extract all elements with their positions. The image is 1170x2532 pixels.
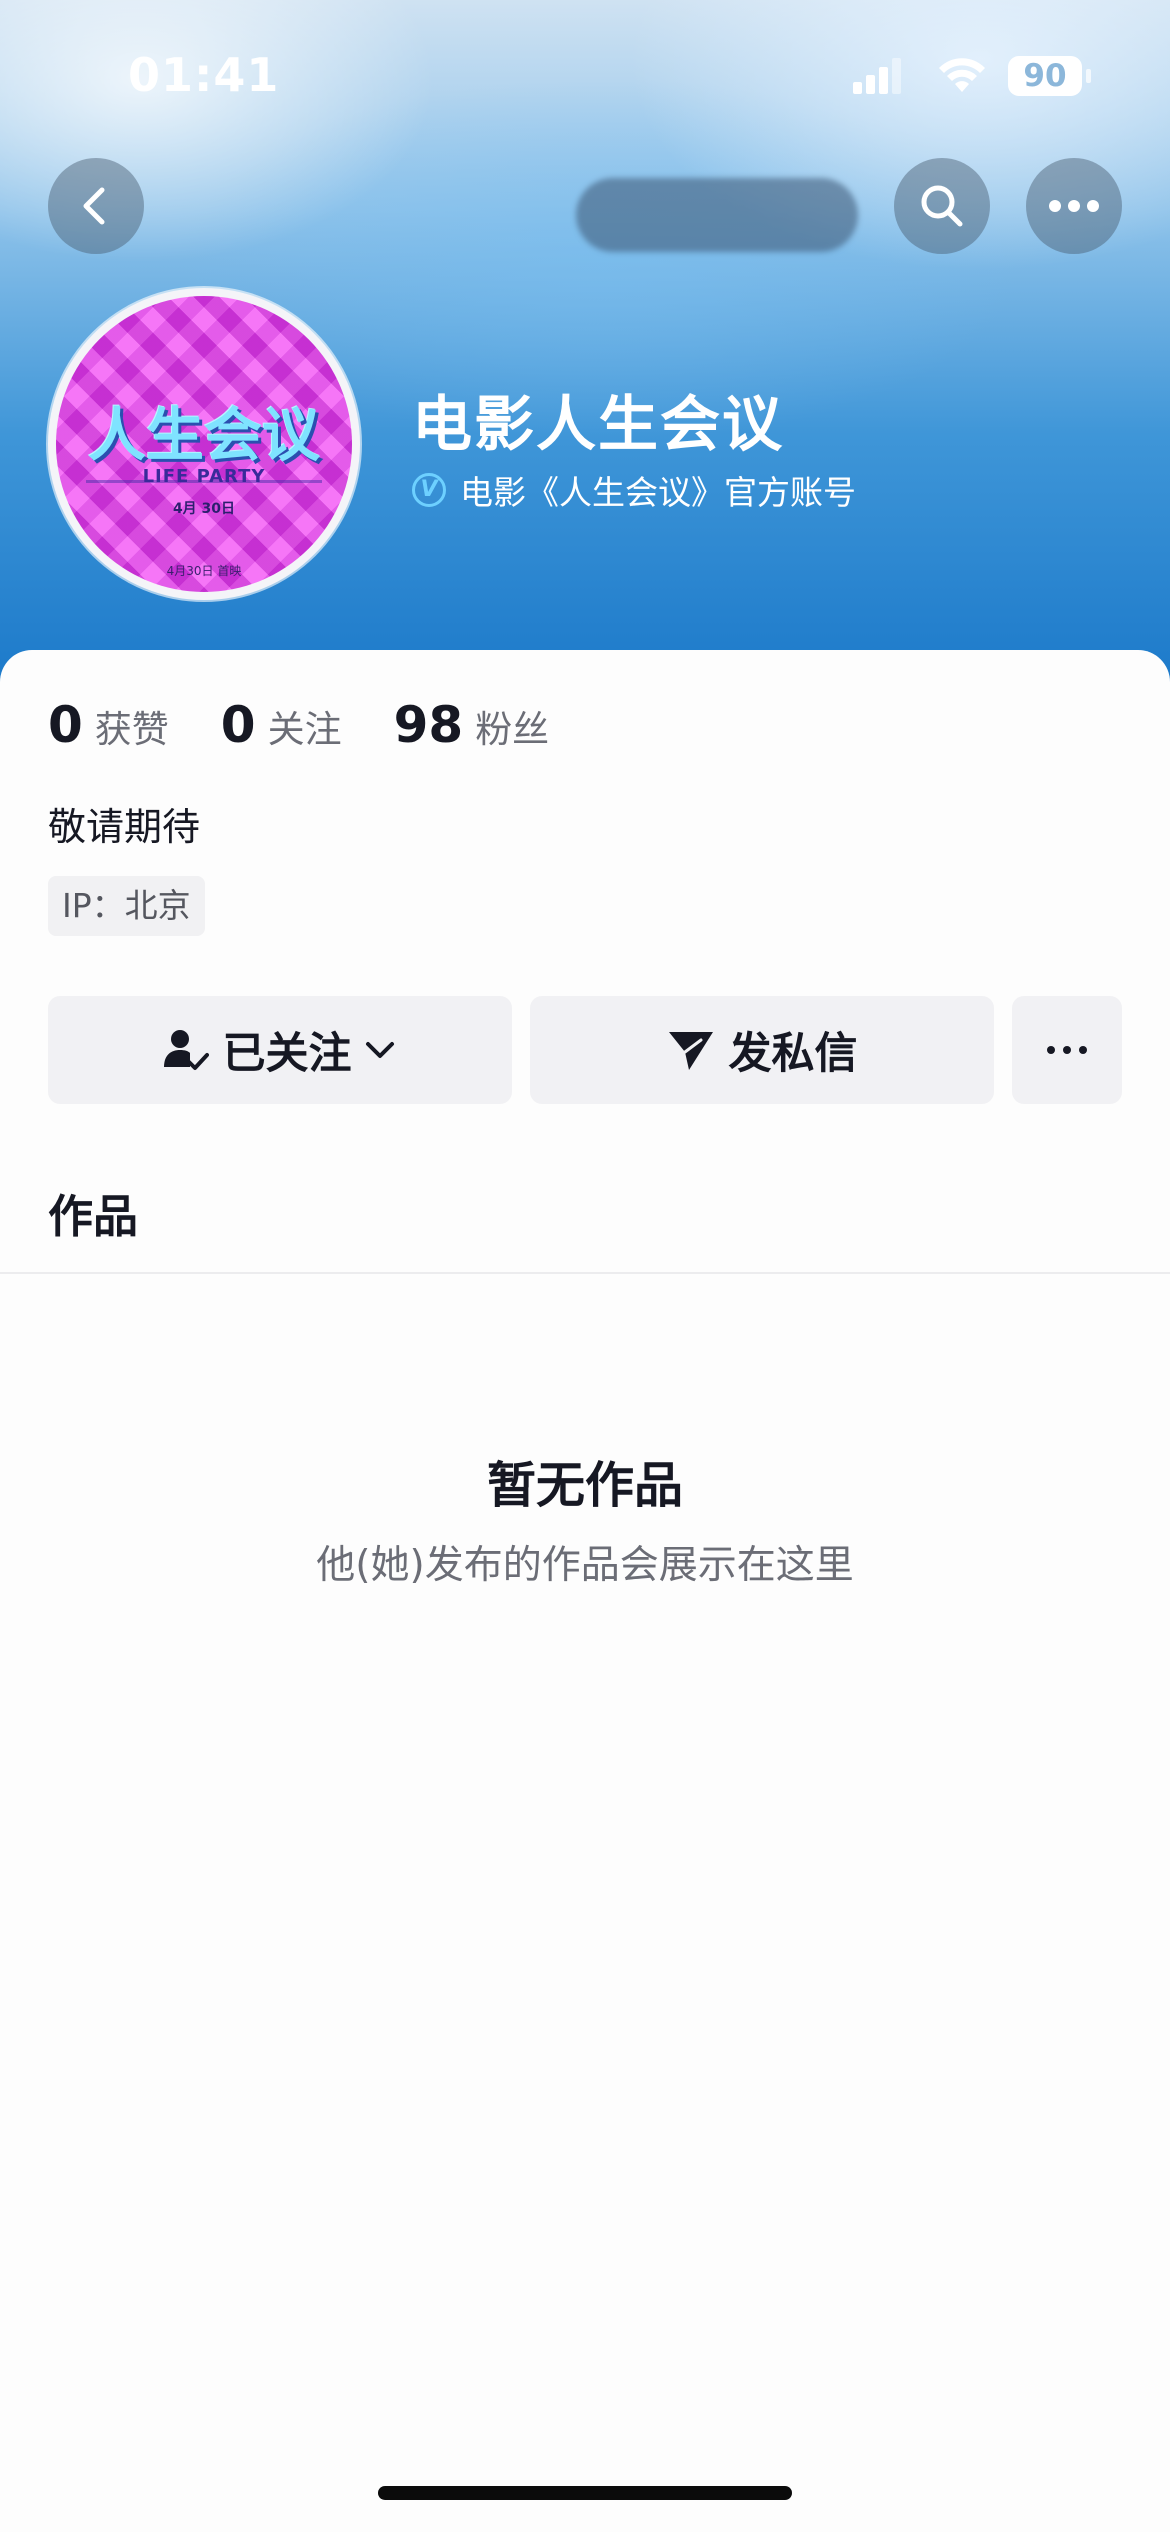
search-icon — [921, 185, 963, 227]
profile-name: 电影人生会议 — [412, 390, 784, 460]
user-check-icon — [163, 1030, 209, 1070]
stat-followers-label: 粉丝 — [475, 708, 550, 751]
wifi-icon — [939, 58, 985, 92]
empty-state-title: 暂无作品 — [486, 1457, 683, 1514]
avatar-poster-image: 人生会议 LIFE PARTY 4月 30日 4月30日 首映 — [56, 296, 352, 592]
verified-icon: V — [412, 473, 446, 507]
tab-divider — [0, 1272, 1170, 1274]
battery-level: 90 — [1023, 58, 1067, 94]
paper-plane-icon — [668, 1032, 713, 1070]
send-message-button[interactable]: 发私信 — [530, 996, 994, 1104]
stat-following-label: 关注 — [267, 708, 342, 751]
profile-bio: 敬请期待 — [48, 805, 201, 849]
profile-screen: 01:41 90 人生会议 LIFE PARTY 4月 30日 4月30日 首映… — [0, 0, 1170, 2532]
more-options-button[interactable] — [1026, 158, 1122, 254]
chevron-left-icon — [83, 187, 105, 225]
poster-subtitle: LIFE PARTY — [142, 466, 266, 487]
followed-button[interactable]: 已关注 — [48, 996, 512, 1104]
chevron-down-icon — [365, 1042, 394, 1058]
stat-likes-label: 获赞 — [94, 708, 169, 751]
verified-badge[interactable]: V 电影《人生会议》官方账号 — [412, 466, 856, 514]
poster-footer: 4月30日 首映 — [166, 564, 242, 578]
stat-followers-value: 98 — [393, 696, 464, 754]
send-message-label: 发私信 — [728, 1029, 858, 1079]
stat-following-value: 0 — [220, 696, 256, 754]
status-time: 01:41 — [128, 48, 280, 102]
battery-icon: 90 — [1008, 56, 1092, 96]
more-actions-button[interactable] — [1012, 996, 1122, 1104]
stat-following[interactable]: 0 关注 — [221, 696, 342, 754]
back-button[interactable] — [48, 158, 144, 254]
stat-followers[interactable]: 98 粉丝 — [394, 696, 550, 754]
profile-content-card: 0 获赞 0 关注 98 粉丝 敬请期待 IP：北京 已关注 发私信 作品 暂无… — [0, 650, 1170, 2532]
verified-text: 电影《人生会议》官方账号 — [460, 473, 856, 512]
stat-likes[interactable]: 0 获赞 — [48, 696, 169, 754]
poster-date: 4月 30日 — [172, 501, 236, 517]
poster-title: 人生会议 — [87, 401, 320, 469]
followed-button-label: 已关注 — [222, 1029, 352, 1079]
stats-row: 0 获赞 0 关注 98 粉丝 — [48, 696, 601, 754]
stat-likes-value: 0 — [48, 696, 83, 754]
ip-location-tag: IP：北京 — [48, 876, 205, 936]
empty-state-subtitle: 他(她)发布的作品会展示在这里 — [316, 1543, 854, 1588]
more-horizontal-icon — [1047, 1046, 1087, 1054]
tab-works[interactable]: 作品 — [48, 1180, 138, 1245]
more-horizontal-icon — [1049, 200, 1099, 212]
blurred-header-pill — [576, 178, 858, 252]
home-indicator[interactable] — [378, 2486, 792, 2500]
search-button[interactable] — [894, 158, 990, 254]
cellular-signal-icon — [853, 58, 901, 94]
avatar[interactable]: 人生会议 LIFE PARTY 4月 30日 4月30日 首映 — [48, 288, 360, 600]
